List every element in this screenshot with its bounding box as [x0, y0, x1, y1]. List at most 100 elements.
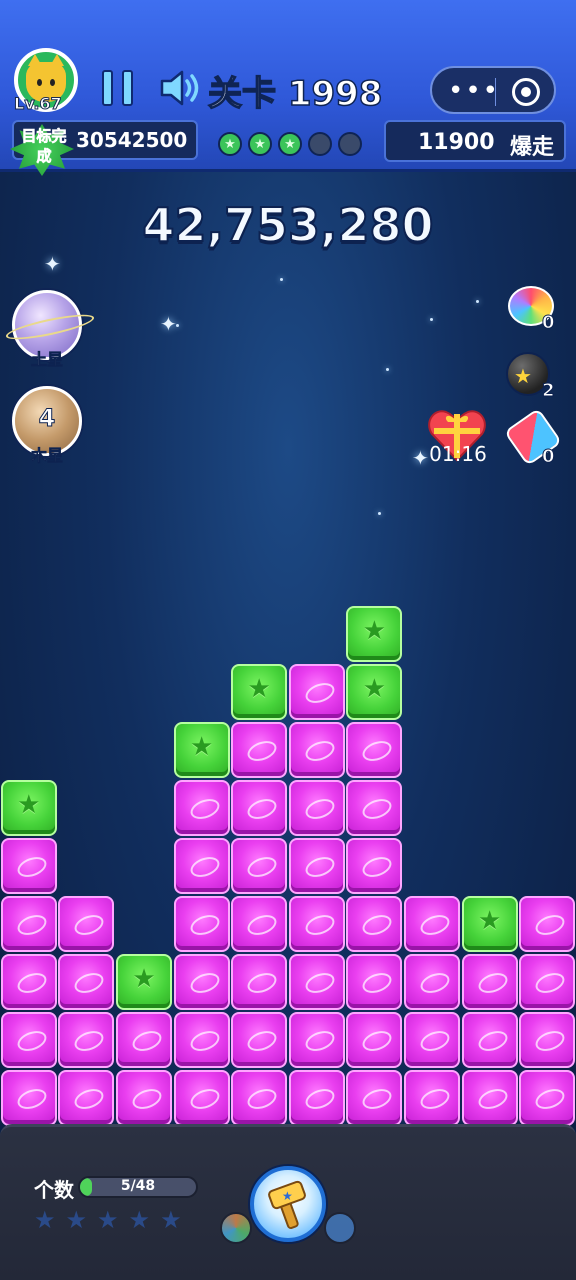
bg-star [386, 368, 389, 371]
star-icon: ★ [132, 964, 156, 994]
count-progress-text: 5/48 [120, 1178, 156, 1194]
green-star-block[interactable]: ★ [231, 664, 288, 720]
mini-program-capsule: ••• [430, 66, 556, 114]
star-empty-icon: ★ [65, 1206, 88, 1234]
green-star-block[interactable]: ★ [346, 664, 403, 720]
star-icon: ★ [278, 132, 302, 156]
pink-planet-block[interactable] [58, 896, 115, 952]
pink-planet-block[interactable] [461, 1012, 518, 1068]
pink-planet-block[interactable] [231, 838, 288, 894]
pink-planet-block[interactable] [404, 1012, 460, 1068]
pink-planet-block[interactable] [288, 1070, 345, 1126]
pink-planet-block[interactable] [231, 1070, 288, 1126]
pink-planet-block[interactable] [346, 954, 403, 1010]
pause-icon[interactable] [102, 70, 136, 106]
star-icon: ★ [247, 674, 271, 704]
rainbow-boost-icon[interactable] [220, 1212, 252, 1244]
sparkle-icon: ✦ [160, 312, 177, 336]
star-empty-icon: ★ [160, 1206, 182, 1234]
level-title: 关卡 1998 [207, 73, 383, 115]
planet-label: 土星 [30, 350, 64, 370]
bg-star [280, 278, 283, 281]
game-board: ★ ★ ★ ★ ★ ★ ★ [0, 602, 576, 1126]
pink-planet-block[interactable] [288, 722, 345, 778]
pink-planet-block[interactable] [461, 954, 518, 1010]
green-star-block[interactable]: ★ [116, 954, 172, 1010]
capsule-divider [495, 78, 496, 106]
pink-planet-block[interactable] [0, 1070, 57, 1126]
pink-planet-block[interactable] [231, 1012, 288, 1068]
gift-timer: 01:16 [429, 442, 487, 466]
pink-planet-block[interactable] [404, 896, 460, 952]
pink-planet-block[interactable] [288, 838, 345, 894]
pink-planet-block[interactable] [58, 1012, 115, 1068]
star-icon: ★ [362, 674, 387, 704]
pink-planet-block[interactable] [173, 780, 230, 836]
star-empty-icon: ★ [34, 1206, 56, 1234]
bg-star [476, 300, 479, 303]
green-star-block[interactable]: ★ [461, 896, 518, 952]
target-close-icon[interactable] [512, 78, 540, 106]
pink-planet-block[interactable] [173, 1012, 230, 1068]
pink-planet-block[interactable] [519, 954, 576, 1010]
pink-planet-block[interactable] [519, 896, 576, 952]
star-empty-icon: ★ [308, 132, 332, 156]
pink-planet-block[interactable] [288, 780, 345, 836]
star-icon: ★ [218, 132, 242, 156]
pink-planet-block[interactable] [116, 1012, 172, 1068]
star-icon: ★ [17, 790, 41, 820]
hammer-icon: ★ [268, 1180, 306, 1230]
pink-planet-block[interactable] [173, 1070, 230, 1126]
green-star-block[interactable]: ★ [173, 722, 230, 778]
pink-planet-block[interactable] [116, 1070, 172, 1126]
pink-planet-block[interactable] [58, 954, 115, 1010]
pink-planet-block[interactable] [231, 722, 288, 778]
pink-planet-block[interactable] [0, 896, 57, 952]
pink-planet-block[interactable] [346, 838, 403, 894]
pink-planet-block[interactable] [461, 1070, 518, 1126]
bottom-star-row: ★ ★ ★ ★ ★ [34, 1206, 182, 1234]
top-bar: Lv.67 关卡 1998 ••• 30542500 ★ ★ ★ ★ ★ 119… [0, 0, 576, 172]
bg-star [430, 318, 433, 321]
star-icon: ★ [362, 616, 387, 646]
frenzy-panel: 11900 爆走 [384, 120, 566, 162]
frenzy-label: 爆走 [510, 135, 555, 160]
pink-planet-block[interactable] [346, 896, 403, 952]
pink-planet-block[interactable] [288, 1012, 345, 1068]
refresh-icon[interactable] [324, 1212, 356, 1244]
speaker-icon[interactable] [158, 68, 204, 108]
pink-planet-block[interactable] [404, 1070, 460, 1126]
star-icon: ★ [477, 906, 502, 936]
bomb-spark-icon: ★ [514, 364, 532, 388]
pink-planet-block[interactable] [346, 722, 403, 778]
hammer-button[interactable]: ★ [250, 1166, 326, 1242]
green-star-block[interactable]: ★ [0, 780, 57, 836]
pink-planet-block[interactable] [173, 954, 230, 1010]
pink-planet-block[interactable] [231, 780, 288, 836]
pink-planet-block[interactable] [404, 954, 460, 1010]
pink-planet-block[interactable] [288, 664, 345, 720]
count-label: 个数 [34, 1178, 74, 1202]
pink-planet-block[interactable] [231, 954, 288, 1010]
pink-planet-block[interactable] [288, 896, 345, 952]
jupiter-count: 4 [38, 404, 56, 433]
pink-planet-block[interactable] [173, 838, 230, 894]
pink-planet-block[interactable] [0, 838, 57, 894]
pink-planet-block[interactable] [173, 896, 230, 952]
pink-planet-block[interactable] [58, 1070, 115, 1126]
pink-planet-block[interactable] [519, 1070, 576, 1126]
pink-planet-block[interactable] [288, 954, 345, 1010]
green-star-block[interactable]: ★ [346, 606, 403, 662]
pink-planet-block[interactable] [346, 1070, 403, 1126]
pink-planet-block[interactable] [231, 896, 288, 952]
pink-planet-block[interactable] [0, 954, 57, 1010]
svg-text:★: ★ [282, 1189, 293, 1203]
star-icon: ★ [189, 732, 214, 762]
pink-planet-block[interactable] [519, 1012, 576, 1068]
sparkle-icon: ✦ [412, 446, 429, 470]
pink-planet-block[interactable] [0, 1012, 57, 1068]
pink-planet-block[interactable] [346, 1012, 403, 1068]
pink-planet-block[interactable] [346, 780, 403, 836]
level-stars: ★ ★ ★ ★ ★ [218, 132, 362, 156]
more-dots-icon[interactable]: ••• [448, 76, 500, 106]
